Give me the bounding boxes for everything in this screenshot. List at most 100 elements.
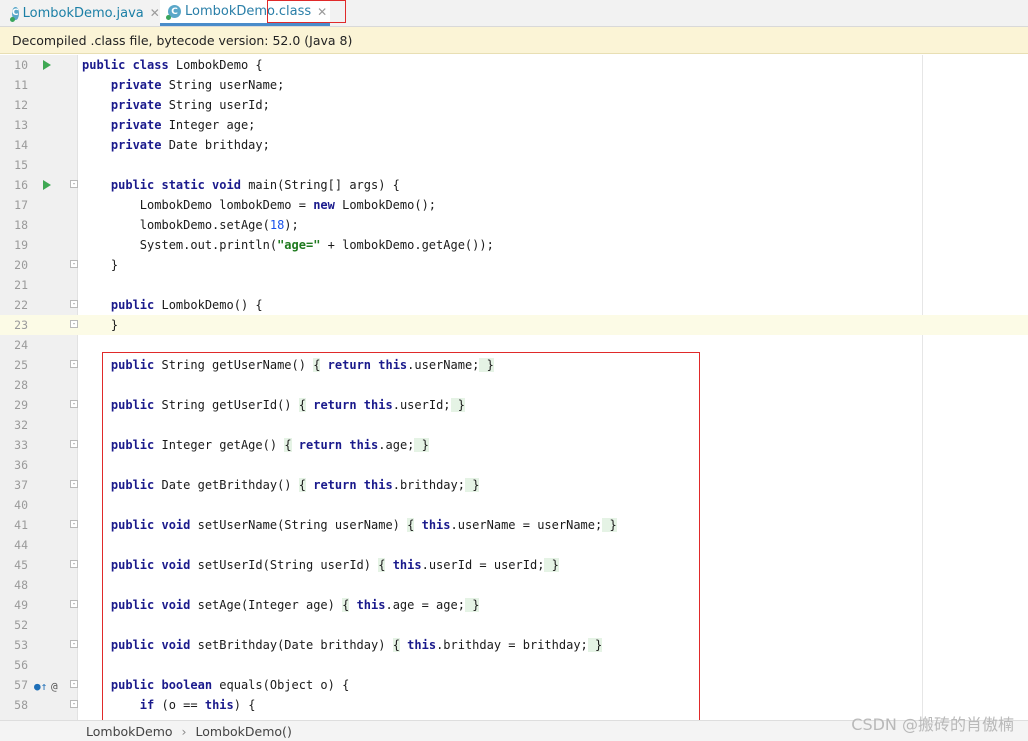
code-line[interactable]: 13 private Integer age; xyxy=(0,115,1028,135)
close-icon[interactable]: ✕ xyxy=(150,6,160,20)
line-number: 53 xyxy=(14,638,28,652)
line-number: 10 xyxy=(14,58,28,72)
code-line[interactable]: 14 private Date brithday; xyxy=(0,135,1028,155)
code-token: 18 xyxy=(269,218,285,232)
tab-label: LombokDemo.java xyxy=(22,5,144,21)
highlight-box xyxy=(102,352,700,722)
fold-icon[interactable]: - xyxy=(70,600,78,608)
annotation-icon: @ xyxy=(51,680,58,693)
code-text: private Integer age; xyxy=(82,115,256,135)
fold-icon[interactable]: - xyxy=(70,400,78,408)
decompiled-banner: Decompiled .class file, bytecode version… xyxy=(0,27,1028,54)
fold-icon[interactable]: - xyxy=(70,180,78,188)
code-line[interactable]: 23 - } xyxy=(0,315,1028,335)
code-text: } xyxy=(82,255,118,275)
code-text: public static void main(String[] args) { xyxy=(82,175,400,195)
code-token: String userId; xyxy=(168,98,270,112)
breadcrumb-item[interactable]: LombokDemo xyxy=(86,724,173,739)
code-token: public xyxy=(110,298,162,312)
code-line[interactable]: 20 - } xyxy=(0,255,1028,275)
line-number: 17 xyxy=(14,198,28,212)
line-number: 28 xyxy=(14,378,28,392)
code-line[interactable]: 17 LombokDemo lombokDemo = new LombokDem… xyxy=(0,195,1028,215)
fold-icon[interactable]: - xyxy=(70,260,78,268)
line-number: 29 xyxy=(14,398,28,412)
code-token: new xyxy=(313,198,343,212)
code-token: LombokDemo lombokDemo = xyxy=(82,198,314,212)
line-number: 21 xyxy=(14,278,28,292)
fold-icon[interactable]: - xyxy=(70,520,78,528)
line-number: 18 xyxy=(14,218,28,232)
line-number: 20 xyxy=(14,258,28,272)
code-text: private String userName; xyxy=(82,75,284,95)
code-text: public class LombokDemo { xyxy=(82,55,263,75)
fold-icon[interactable]: - xyxy=(70,320,78,328)
line-number: 52 xyxy=(14,618,28,632)
line-number: 37 xyxy=(14,478,28,492)
code-text: } xyxy=(82,315,118,335)
code-token: private xyxy=(110,78,169,92)
line-number: 16 xyxy=(14,178,28,192)
fold-icon[interactable]: - xyxy=(70,360,78,368)
line-number: 11 xyxy=(14,78,28,92)
editor-tab-bar: C LombokDemo.java ✕ C LombokDemo.class ✕ xyxy=(0,0,1028,27)
code-line[interactable]: 15 xyxy=(0,155,1028,175)
line-number: 33 xyxy=(14,438,28,452)
code-text: public LombokDemo() { xyxy=(82,295,263,315)
line-number: 14 xyxy=(14,138,28,152)
fold-icon[interactable]: - xyxy=(70,680,78,688)
fold-icon[interactable]: - xyxy=(70,700,78,708)
code-editor[interactable]: 10 public class LombokDemo {11 private St… xyxy=(0,55,1028,722)
breadcrumb-item[interactable]: LombokDemo() xyxy=(196,724,292,739)
line-number: 23 xyxy=(14,318,28,332)
code-token: Date brithday; xyxy=(168,138,270,152)
line-number: 25 xyxy=(14,358,28,372)
code-token: private xyxy=(110,98,169,112)
code-token: private xyxy=(110,118,169,132)
code-text: System.out.println("age=" + lombokDemo.g… xyxy=(82,235,494,255)
fold-icon[interactable]: - xyxy=(70,480,78,488)
fold-icon[interactable]: - xyxy=(70,640,78,648)
code-text: lombokDemo.setAge(18); xyxy=(82,215,299,235)
line-number: 12 xyxy=(14,98,28,112)
chevron-right-icon: › xyxy=(181,723,187,739)
fold-icon[interactable]: - xyxy=(70,560,78,568)
code-token: "age=" xyxy=(277,238,321,252)
fold-icon[interactable]: - xyxy=(70,440,78,448)
run-icon[interactable] xyxy=(43,60,51,70)
line-number: 41 xyxy=(14,518,28,532)
code-line[interactable]: 10 public class LombokDemo { xyxy=(0,55,1028,75)
code-token: private xyxy=(110,138,169,152)
line-number: 48 xyxy=(14,578,28,592)
line-number: 40 xyxy=(14,498,28,512)
code-token: System.out.println( xyxy=(82,238,278,252)
java-class-icon: C xyxy=(10,6,19,22)
line-number: 32 xyxy=(14,418,28,432)
code-line[interactable]: 12 private String userId; xyxy=(0,95,1028,115)
code-token: public class xyxy=(82,58,176,72)
line-number: 13 xyxy=(14,118,28,132)
line-number: 58 xyxy=(14,698,28,712)
tab-lombokdemo-java[interactable]: C LombokDemo.java ✕ xyxy=(4,0,160,26)
code-text: LombokDemo lombokDemo = new LombokDemo()… xyxy=(82,195,436,215)
code-token: LombokDemo { xyxy=(175,58,263,72)
fold-icon[interactable]: - xyxy=(70,300,78,308)
code-line[interactable]: 21 xyxy=(0,275,1028,295)
code-token: Integer age; xyxy=(168,118,256,132)
code-token: lombokDemo.setAge( xyxy=(82,218,270,232)
code-line[interactable]: 19 System.out.println("age=" + lombokDem… xyxy=(0,235,1028,255)
line-number: 56 xyxy=(14,658,28,672)
line-number: 45 xyxy=(14,558,28,572)
code-token: public static void xyxy=(110,178,249,192)
code-line[interactable]: 11 private String userName; xyxy=(0,75,1028,95)
code-line[interactable]: 22 - public LombokDemo() { xyxy=(0,295,1028,315)
override-icon[interactable]: ●↑ xyxy=(34,677,47,697)
code-line[interactable]: 16 - public static void main(String[] arg… xyxy=(0,175,1028,195)
code-token: ); xyxy=(284,218,299,232)
run-icon[interactable] xyxy=(43,180,51,190)
code-line[interactable]: 18 lombokDemo.setAge(18); xyxy=(0,215,1028,235)
